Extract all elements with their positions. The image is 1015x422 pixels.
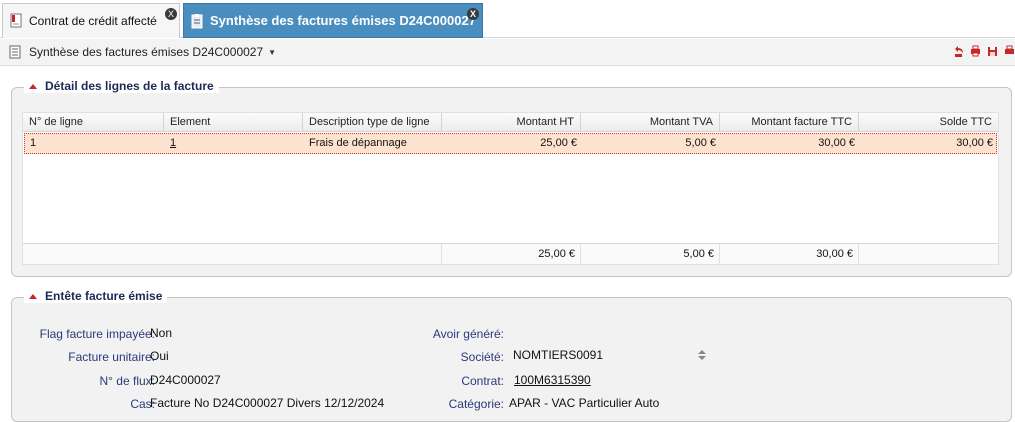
panel-header[interactable]: Détail des lignes de la facture — [24, 79, 219, 93]
label-societe: Société: — [460, 350, 504, 364]
view-title[interactable]: Synthèse des factures émises D24C000027 — [29, 45, 263, 59]
column-header[interactable]: Solde TTC — [859, 113, 998, 132]
document-icon — [9, 13, 23, 29]
chevron-down-icon[interactable]: ▼ — [268, 48, 276, 57]
column-header[interactable]: Element — [164, 113, 303, 132]
panel-header[interactable]: Entête facture émise — [24, 289, 168, 303]
tab-label: Synthèse des factures émises D24C000027 — [210, 13, 476, 28]
print-icon[interactable] — [1004, 44, 1015, 58]
cell-line-number: 1 — [30, 137, 37, 149]
tab-label: Contrat de crédit affecté — [29, 14, 157, 28]
value-categorie: APAR - VAC Particulier Auto — [509, 396, 660, 410]
back-icon[interactable] — [953, 44, 964, 58]
column-header[interactable]: Montant facture TTC — [720, 113, 859, 132]
invoice-lines-grid: N° de ligne Element Description type de … — [22, 112, 999, 265]
label-flag-impayee: Flag facture impayée: — [39, 327, 155, 341]
total-montant-ttc: 30,00 € — [720, 244, 859, 265]
toolbar-actions — [953, 44, 1015, 58]
label-avoir-genere: Avoir généré: — [432, 327, 504, 341]
value-flag-impayee: Non — [150, 326, 173, 340]
total-montant-tva: 5,00 € — [581, 244, 720, 265]
label-categorie: Catégorie: — [448, 397, 504, 411]
total-solde-empty — [859, 244, 998, 265]
tab-contrat-credit[interactable]: Contrat de crédit affecté X — [2, 3, 180, 38]
label-facture-unitaire: Facture unitaire: — [68, 350, 155, 364]
column-header[interactable]: Montant HT — [442, 113, 581, 132]
sort-arrows-icon[interactable] — [697, 349, 707, 361]
cell-montant-tva: 5,00 € — [685, 137, 716, 149]
table-row[interactable]: 1 1 Frais de dépannage 25,00 € 5,00 € 30… — [24, 133, 997, 154]
label-contrat: Contrat: — [461, 374, 504, 388]
cell-element-link[interactable]: 1 — [165, 134, 304, 153]
tab-synthese-factures[interactable]: Synthèse des factures émises D24C000027 … — [183, 3, 483, 38]
clipboard-icon — [190, 13, 204, 29]
total-montant-ht: 25,00 € — [442, 244, 581, 265]
document-list-icon — [9, 45, 21, 59]
value-facture-unitaire: Oui — [150, 349, 169, 363]
label-numero-flux: N° de flux: — [99, 374, 156, 388]
grid-totals-row: 25,00 € 5,00 € 30,00 € — [23, 243, 998, 265]
column-header[interactable]: N° de ligne — [23, 113, 164, 132]
cell-solde-ttc: 30,00 € — [956, 137, 993, 149]
toolbar: Synthèse des factures émises D24C000027 … — [0, 39, 1015, 66]
close-icon[interactable]: X — [467, 8, 479, 20]
close-icon[interactable]: X — [165, 8, 177, 20]
print-icon[interactable] — [970, 44, 981, 58]
panel-title: Entête facture émise — [45, 289, 163, 303]
collapse-icon[interactable] — [29, 293, 37, 299]
contrat-link[interactable]: 100M6315390 — [514, 373, 591, 387]
invoice-lines-panel: Détail des lignes de la facture N° de li… — [11, 79, 1012, 277]
tab-bar: Contrat de crédit affecté X Synthèse des… — [0, 0, 1015, 38]
cell-montant-ht: 25,00 € — [540, 137, 577, 149]
cell-montant-ttc: 30,00 € — [818, 137, 855, 149]
panel-title: Détail des lignes de la facture — [45, 79, 214, 93]
totals-spacer — [23, 244, 442, 265]
column-header[interactable]: Description type de ligne — [303, 113, 442, 132]
value-numero-flux: D24C000027 — [150, 373, 221, 387]
value-cas: Facture No D24C000027 Divers 12/12/2024 — [150, 396, 385, 410]
save-icon[interactable] — [987, 44, 998, 58]
invoice-header-panel: Entête facture émise Flag facture impayé… — [11, 289, 1012, 422]
column-header[interactable]: Montant TVA — [581, 113, 720, 132]
value-societe: NOMTIERS0091 — [513, 348, 604, 362]
cell-description: Frais de dépannage — [309, 137, 407, 149]
collapse-icon[interactable] — [29, 83, 37, 89]
grid-header: N° de ligne Element Description type de … — [23, 113, 998, 132]
